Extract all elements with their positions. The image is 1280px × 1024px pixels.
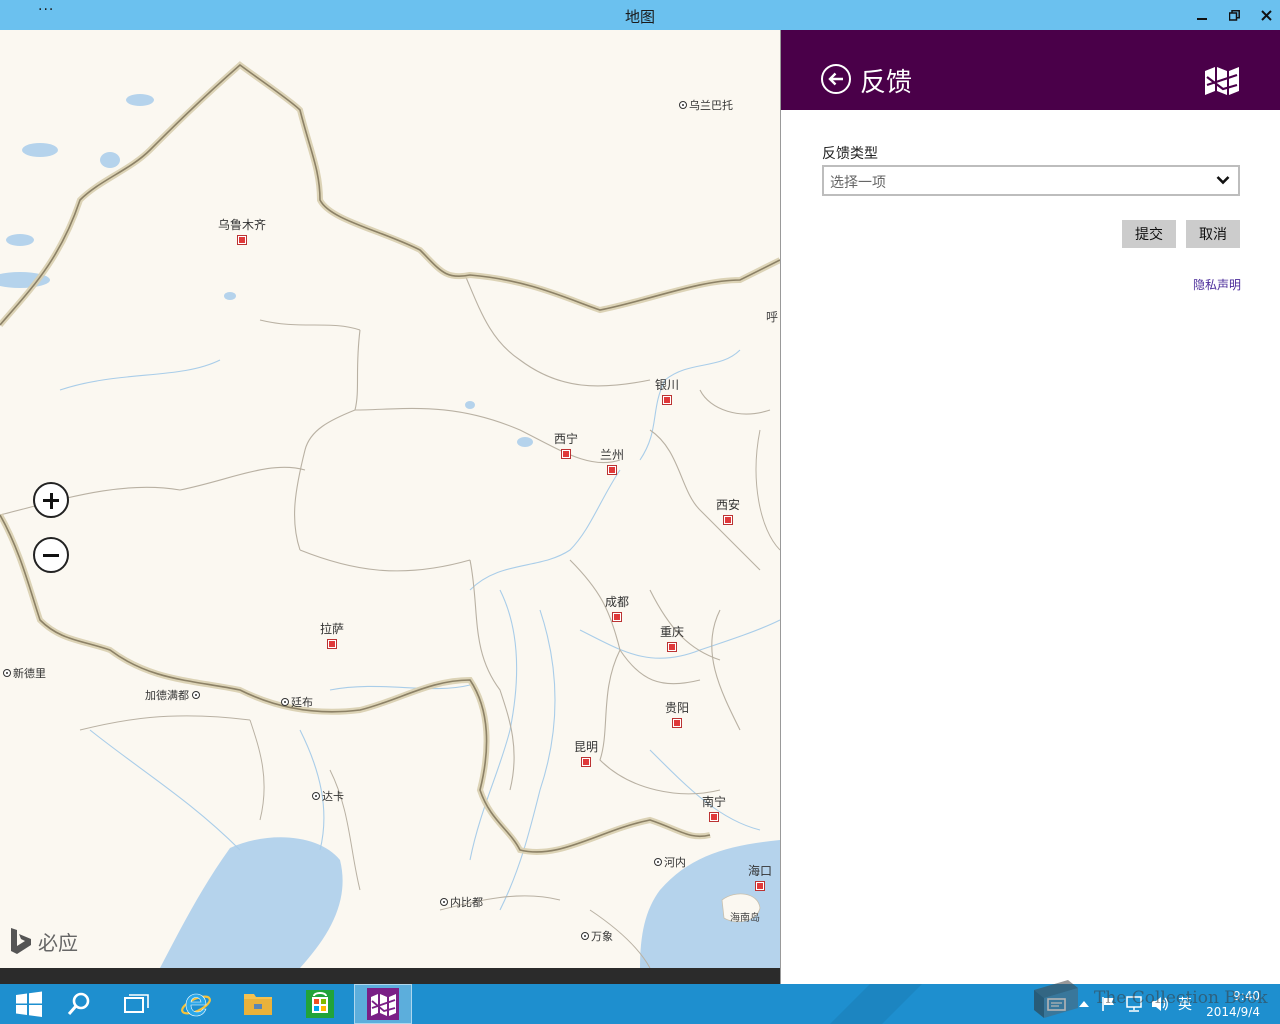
- city-urumqi[interactable]: 乌鲁木齐: [218, 216, 266, 245]
- city-hanoi[interactable]: 河内: [654, 854, 686, 870]
- window-title-bar: ··· 地图: [0, 0, 1280, 30]
- island-label: 海南岛: [730, 913, 760, 924]
- book-watermark-icon: [1034, 980, 1078, 1018]
- zoom-in-button[interactable]: [33, 482, 69, 518]
- capital-marker-icon: [312, 792, 320, 800]
- capital-marker-icon: [3, 669, 11, 677]
- restore-icon: [1228, 9, 1240, 21]
- map-view[interactable]: 乌鲁木齐 银川 西宁 兰州 西安 成都 重庆 拉萨 贵阳 昆明 南宁 海口 乌兰…: [0, 30, 780, 968]
- city-guiyang[interactable]: 贵阳: [665, 699, 689, 728]
- city-haikou[interactable]: 海口: [748, 862, 772, 891]
- taskbar-store[interactable]: [291, 984, 349, 1024]
- chevron-down-icon: [1216, 176, 1230, 185]
- task-view-button[interactable]: [108, 984, 166, 1024]
- feedback-type-value: 选择一项: [830, 175, 886, 191]
- city-kunming[interactable]: 昆明: [574, 738, 598, 767]
- taskbar-internet-explorer[interactable]: [167, 984, 225, 1024]
- city-lhasa[interactable]: 拉萨: [320, 620, 344, 649]
- internet-explorer-icon: [181, 993, 211, 1017]
- windows-logo-icon: [16, 991, 42, 1017]
- capital-marker-icon: [679, 101, 687, 109]
- city-chengdu[interactable]: 成都: [605, 593, 629, 622]
- search-icon: [67, 992, 90, 1015]
- taskbar-decoration: [830, 984, 922, 1024]
- privacy-statement-link[interactable]: 隐私声明: [1193, 276, 1241, 293]
- restore-button[interactable]: [1218, 0, 1250, 30]
- close-button[interactable]: [1250, 0, 1280, 30]
- capital-marker-icon: [654, 858, 662, 866]
- folder-icon: [244, 994, 272, 1015]
- taskbar-search-button[interactable]: [50, 984, 108, 1024]
- bing-logo: 必应: [8, 926, 78, 956]
- city-xining[interactable]: 西宁: [554, 430, 578, 459]
- city-kathmandu[interactable]: 加德满都: [145, 687, 202, 703]
- city-nanning[interactable]: 南宁: [702, 793, 726, 822]
- close-icon: [1260, 9, 1272, 21]
- feedback-pane: 反馈 反馈类型 选择一项 提交 取消 隐私声明: [780, 30, 1280, 984]
- minimize-icon: [1197, 18, 1207, 20]
- city-yinchuan[interactable]: 银川: [655, 376, 679, 405]
- capital-marker-icon: [192, 691, 200, 699]
- store-icon: [306, 990, 334, 1018]
- taskbar: 英 9:40 2014/9/4: [0, 984, 1280, 1024]
- taskbar-maps[interactable]: [354, 984, 412, 1024]
- cancel-button[interactable]: 取消: [1186, 220, 1240, 248]
- city-naypyidaw[interactable]: 内比都: [440, 894, 483, 910]
- city-chongqing[interactable]: 重庆: [660, 623, 684, 652]
- capital-marker-icon: [281, 698, 289, 706]
- window-title: 地图: [624, 8, 655, 26]
- city-thimphu[interactable]: 廷布: [281, 694, 313, 710]
- watermark-text: The Collection Book: [1094, 988, 1268, 1008]
- map-edge-label: 呼: [766, 310, 779, 324]
- task-view-icon: [124, 994, 149, 1013]
- back-button[interactable]: [821, 64, 851, 94]
- capital-marker-icon: [440, 898, 448, 906]
- zoom-out-button[interactable]: [33, 537, 69, 573]
- submit-button[interactable]: 提交: [1122, 220, 1176, 248]
- map-base-layer: [0, 61, 780, 968]
- capital-marker-icon: [581, 932, 589, 940]
- minimize-button[interactable]: [1186, 0, 1218, 30]
- feedback-type-select[interactable]: 选择一项: [822, 165, 1240, 196]
- city-vientiane[interactable]: 万象: [581, 928, 613, 944]
- back-arrow-icon: [828, 72, 843, 86]
- city-new-delhi[interactable]: 新德里: [3, 665, 46, 681]
- taskbar-file-explorer[interactable]: [229, 984, 287, 1024]
- app-bar-strip: [0, 968, 780, 984]
- city-ulaanbaatar[interactable]: 乌兰巴托: [679, 97, 733, 113]
- city-xian[interactable]: 西安: [716, 496, 740, 525]
- minus-icon: [43, 554, 59, 557]
- city-lanzhou[interactable]: 兰州: [600, 446, 624, 475]
- city-dhaka[interactable]: 达卡: [312, 788, 344, 804]
- feedback-header: 反馈: [781, 30, 1280, 110]
- maps-app-icon: [367, 988, 399, 1020]
- maps-app-icon: [1205, 67, 1239, 95]
- feedback-type-label: 反馈类型: [822, 146, 878, 162]
- feedback-title: 反馈: [860, 68, 913, 98]
- bing-icon: [11, 928, 31, 954]
